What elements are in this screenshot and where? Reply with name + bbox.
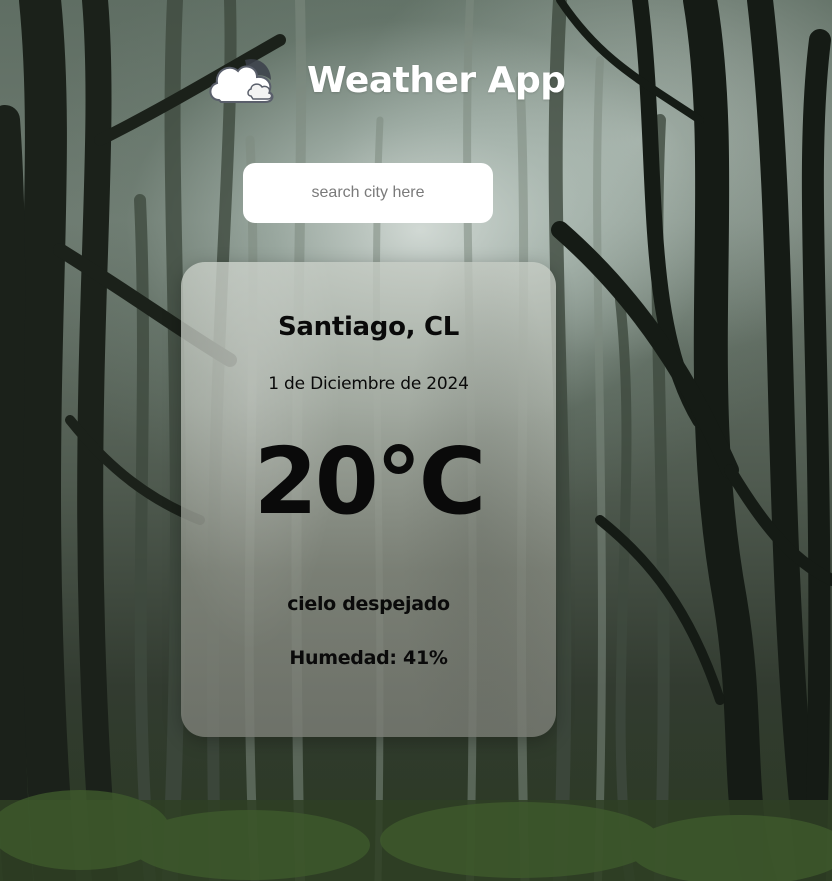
temperature: 20°C [253,428,487,535]
weather-description: cielo despejado [287,593,450,615]
current-date: 1 de Diciembre de 2024 [268,374,469,394]
city-search-input[interactable] [243,163,493,223]
weather-card: Santiago, CL 1 de Diciembre de 2024 20°C… [181,262,556,737]
city-name: Santiago, CL [277,312,460,342]
weather-card-content: Santiago, CL 1 de Diciembre de 2024 20°C… [181,262,556,737]
app-title: Weather App [307,59,566,101]
humidity: Humedad: 41% [289,647,448,669]
cloud-sun-icon [205,52,281,108]
app-header: Weather App [205,52,566,108]
